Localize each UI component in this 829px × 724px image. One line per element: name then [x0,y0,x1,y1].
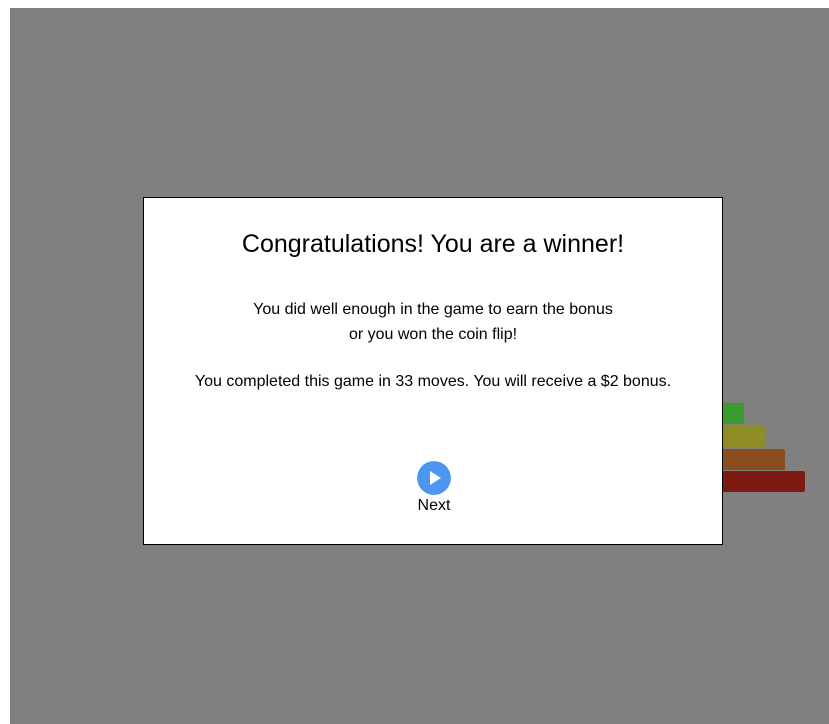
dialog-title: Congratulations! You are a winner! [241,230,625,258]
bonus-message: You did well enough in the game to earn … [144,297,722,347]
moves-result: You completed this game in 33 moves. You… [194,373,672,390]
next-button[interactable]: Next [404,460,464,516]
bonus-message-line: You did well enough in the game to earn … [253,301,613,318]
next-label: Next [417,497,451,514]
play-circle-icon [417,461,451,495]
bonus-message-line: or you won the coin flip! [348,326,518,343]
winner-dialog: Congratulations! You are a winner! You d… [143,197,723,545]
